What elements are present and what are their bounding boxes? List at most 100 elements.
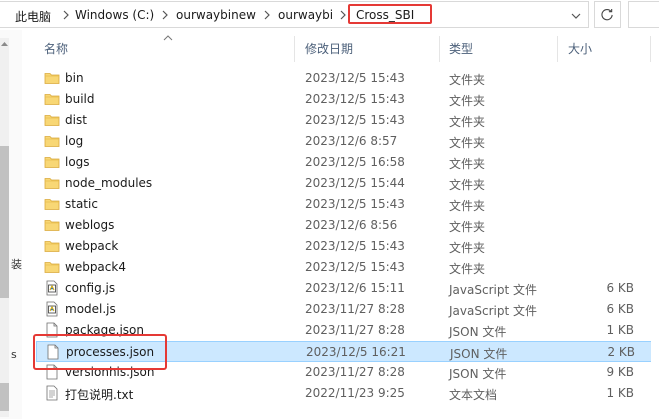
file-type: JSON 文件 — [449, 325, 507, 339]
file-row[interactable]: 打包说明.txt 2022/11/23 9:25 文本文档 1 KB — [36, 383, 659, 404]
javascript-file-icon — [44, 280, 60, 296]
breadcrumb-ourwaybinew[interactable]: ourwaybinew — [176, 8, 256, 22]
search-box[interactable] — [628, 1, 659, 28]
file-type: 文件夹 — [449, 220, 486, 234]
file-type: JSON 文件 — [450, 347, 508, 361]
annotation-box-current-folder — [348, 4, 432, 24]
folder-icon — [44, 196, 60, 212]
column-header-name[interactable]: 名称 — [44, 32, 68, 64]
refresh-icon — [601, 8, 613, 21]
file-type: 文件夹 — [449, 94, 486, 108]
file-modified-date: 2023/12/6 8:56 — [305, 218, 398, 232]
file-row[interactable]: build 2023/12/5 15:43 文件夹 — [36, 89, 659, 110]
nav-scrollbar-thumb[interactable] — [0, 146, 9, 298]
file-name: static — [65, 197, 98, 211]
file-modified-date: 2023/12/5 15:43 — [305, 71, 405, 85]
file-name: build — [65, 92, 95, 106]
file-type: 文件夹 — [449, 73, 486, 87]
nav-item-fragment[interactable]: s — [11, 348, 17, 361]
folder-icon — [44, 238, 60, 254]
breadcrumb-drive[interactable]: Windows (C:) — [75, 8, 154, 22]
sort-ascending-icon — [163, 35, 173, 41]
refresh-button[interactable] — [594, 1, 621, 28]
file-type: 文件夹 — [449, 157, 486, 171]
file-name: webpack4 — [65, 260, 126, 274]
file-name: logs — [65, 155, 90, 169]
file-modified-date: 2023/12/5 15:43 — [305, 113, 405, 127]
nav-scrollbar-thumb-lower[interactable] — [0, 383, 9, 411]
nav-item-fragment[interactable]: 装 — [11, 256, 22, 272]
column-divider[interactable] — [439, 36, 440, 62]
file-row[interactable]: static 2023/12/5 15:43 文件夹 — [36, 194, 659, 215]
text-file-icon — [44, 385, 60, 401]
file-name: bin — [65, 71, 84, 85]
breadcrumb-this-pc[interactable]: 此电脑 — [15, 8, 51, 25]
annotation-box-selected-file — [33, 334, 167, 370]
file-name: config.js — [65, 281, 116, 295]
file-type: 文件夹 — [449, 199, 486, 213]
file-row[interactable]: webpack 2023/12/5 15:43 文件夹 — [36, 236, 659, 257]
folder-icon — [44, 154, 60, 170]
file-row[interactable]: config.js 2023/12/6 15:11 JavaScript 文件 6 K… — [36, 278, 659, 299]
file-type: 文件夹 — [449, 136, 486, 150]
chevron-right-icon[interactable] — [160, 7, 170, 23]
file-modified-date: 2023/12/5 16:21 — [306, 345, 406, 359]
file-type: 文本文档 — [449, 388, 498, 402]
file-name: 打包说明.txt — [65, 388, 134, 402]
file-type: JavaScript 文件 — [449, 283, 537, 297]
address-bar[interactable]: 此电脑 Windows (C:) ourwaybinew ourwaybi Cr… — [0, 1, 589, 28]
file-modified-date: 2023/11/27 8:28 — [305, 365, 405, 379]
folder-icon — [44, 133, 60, 149]
file-modified-date: 2023/12/5 15:43 — [305, 92, 405, 106]
file-size: 1 KB — [606, 386, 634, 400]
file-size: 6 KB — [606, 281, 634, 295]
file-row[interactable]: weblogs 2023/12/6 8:56 文件夹 — [36, 215, 659, 236]
column-header-size[interactable]: 大小 — [568, 32, 592, 64]
file-size: 6 KB — [606, 302, 634, 316]
column-divider[interactable] — [294, 36, 295, 62]
breadcrumb-ourwaybi[interactable]: ourwaybi — [278, 8, 333, 22]
file-name: dist — [65, 113, 87, 127]
file-row[interactable]: logs 2023/12/5 16:58 文件夹 — [36, 152, 659, 173]
folder-icon — [44, 217, 60, 233]
file-modified-date: 2023/12/5 16:58 — [305, 155, 405, 169]
column-header-row: 名称 修改日期 类型 大小 — [24, 32, 659, 64]
file-modified-date: 2023/12/5 15:44 — [305, 176, 405, 190]
chevron-right-icon[interactable] — [61, 7, 71, 23]
javascript-file-icon — [44, 301, 60, 317]
scroll-up-arrow-icon[interactable] — [0, 40, 9, 48]
folder-icon — [44, 175, 60, 191]
folder-icon — [44, 70, 60, 86]
file-row[interactable]: bin 2023/12/5 15:43 文件夹 — [36, 68, 659, 89]
file-list-scrollbar[interactable] — [651, 32, 659, 419]
file-name: weblogs — [65, 218, 115, 232]
chevron-right-icon[interactable] — [338, 7, 348, 23]
file-name: node_modules — [65, 176, 153, 190]
address-dropdown-chevron-icon[interactable] — [568, 8, 584, 24]
nav-scrollbar[interactable] — [0, 38, 9, 417]
file-type: JSON 文件 — [449, 367, 507, 381]
file-modified-date: 2023/12/5 15:43 — [305, 197, 405, 211]
file-modified-date: 2023/12/6 8:57 — [305, 134, 398, 148]
column-header-date[interactable]: 修改日期 — [305, 32, 353, 64]
file-modified-date: 2023/12/5 15:43 — [305, 239, 405, 253]
file-row[interactable]: log 2023/12/6 8:57 文件夹 — [36, 131, 659, 152]
file-size: 2 KB — [607, 345, 635, 359]
folder-icon — [44, 91, 60, 107]
chevron-right-icon[interactable] — [262, 7, 272, 23]
file-modified-date: 2022/11/23 9:25 — [305, 386, 405, 400]
file-name: log — [65, 134, 84, 148]
column-divider[interactable] — [557, 36, 558, 62]
file-type: 文件夹 — [449, 115, 486, 129]
file-row[interactable]: webpack4 2023/12/5 15:43 文件夹 — [36, 257, 659, 278]
column-header-type[interactable]: 类型 — [449, 32, 473, 64]
file-modified-date: 2023/12/6 15:11 — [305, 281, 405, 295]
file-row[interactable]: dist 2023/12/5 15:43 文件夹 — [36, 110, 659, 131]
file-modified-date: 2023/11/27 8:28 — [305, 302, 405, 316]
file-type: 文件夹 — [449, 178, 486, 192]
folder-icon — [44, 112, 60, 128]
file-row[interactable]: node_modules 2023/12/5 15:44 文件夹 — [36, 173, 659, 194]
file-type: JavaScript 文件 — [449, 304, 537, 318]
file-row[interactable]: model.js 2023/11/27 8:28 JavaScript 文件 6 KB — [36, 299, 659, 320]
file-name: model.js — [65, 302, 116, 316]
